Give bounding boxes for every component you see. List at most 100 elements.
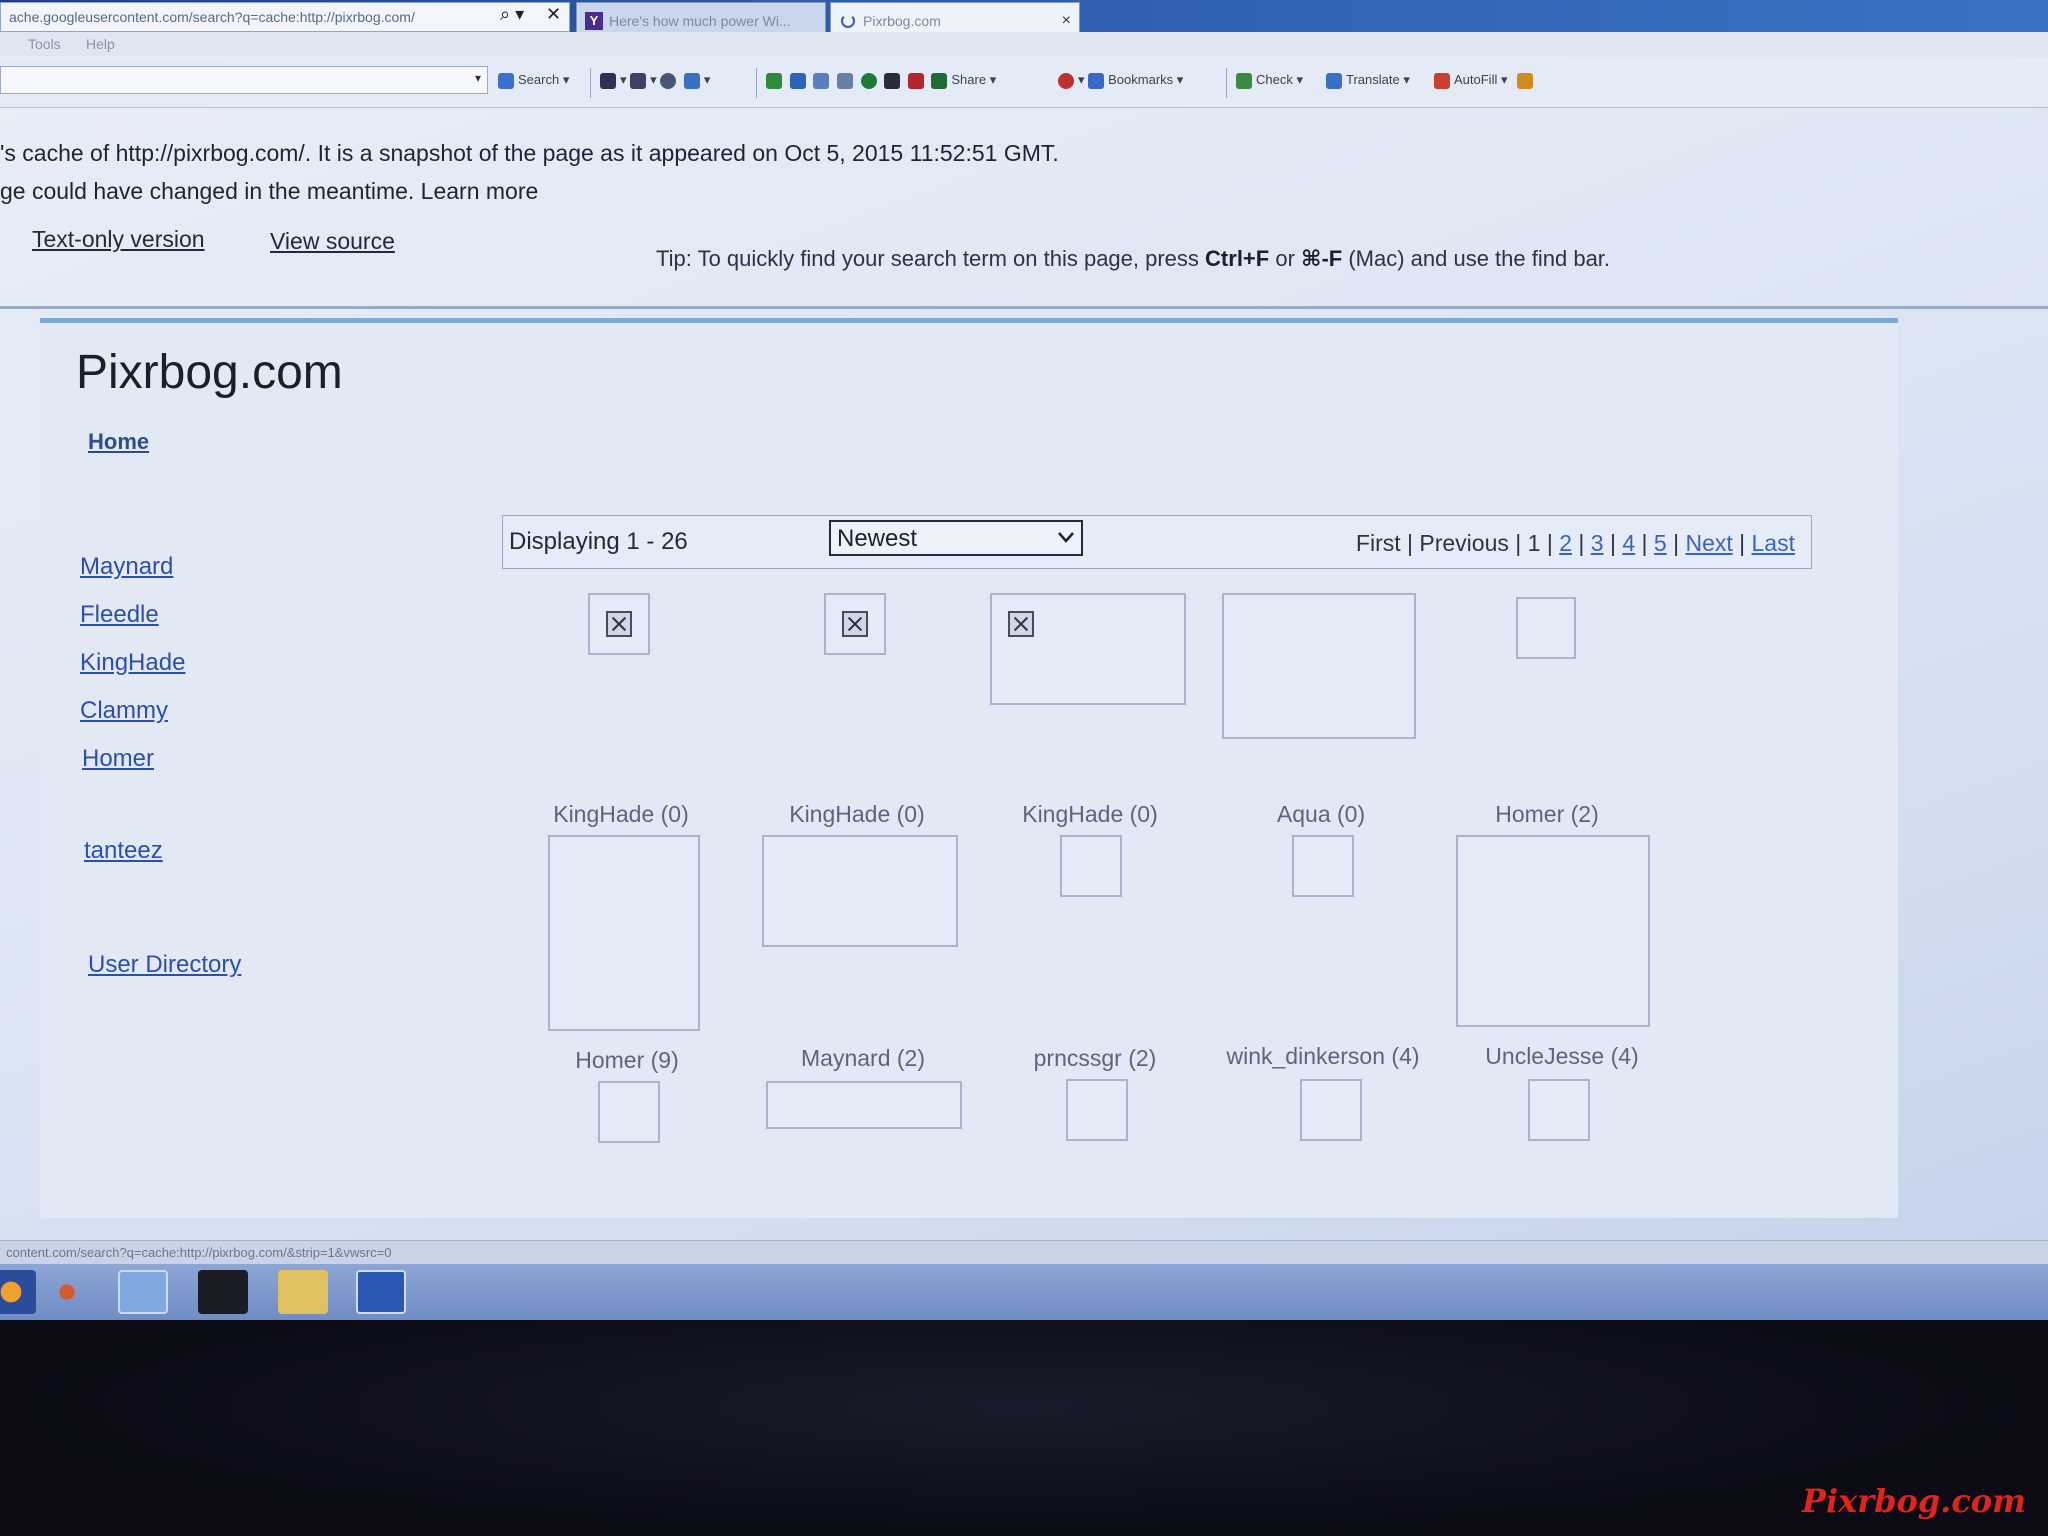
view-source-link[interactable]: View source xyxy=(270,228,395,255)
media-player-icon[interactable] xyxy=(42,1270,92,1314)
toolbar-separator xyxy=(1226,68,1227,98)
gallery-thumbnail[interactable] xyxy=(824,593,886,655)
toolbar-icon-group-1[interactable]: ▾ ▾ ▾ xyxy=(600,72,710,89)
thumbnail-caption: KingHade (0) xyxy=(553,801,689,827)
mail-icon xyxy=(813,72,830,89)
address-bar[interactable]: ache.googleusercontent.com/search?q=cach… xyxy=(0,2,570,32)
sidebar-link-tanteez[interactable]: tanteez xyxy=(84,837,163,865)
status-url: content.com/search?q=cache:http://pixrbo… xyxy=(6,1245,392,1260)
tab-title: Pixrbog.com xyxy=(863,13,941,29)
taskbar xyxy=(0,1264,2048,1320)
star-icon xyxy=(1088,72,1105,89)
gallery-thumbnail[interactable] xyxy=(548,835,700,1031)
toolbar-bookmarks-button[interactable]: ▾ Bookmarks ▾ xyxy=(1058,72,1183,89)
address-url[interactable]: ache.googleusercontent.com/search?q=cach… xyxy=(9,9,415,25)
menu-help[interactable]: Help xyxy=(86,36,115,52)
broken-image-icon xyxy=(842,611,868,637)
monitor-screen: ache.googleusercontent.com/search?q=cach… xyxy=(0,0,2048,1320)
pager-page-2[interactable]: 2 xyxy=(1559,530,1572,556)
internet-explorer-icon[interactable] xyxy=(118,1270,168,1314)
weather-channel-icon[interactable] xyxy=(356,1270,406,1314)
translate-icon xyxy=(1326,72,1342,89)
thumbnail-caption: wink_dinkerson (4) xyxy=(1226,1043,1420,1069)
status-bar: content.com/search?q=cache:http://pixrbo… xyxy=(0,1240,2048,1264)
toolbar-search-input[interactable]: ▾ xyxy=(0,66,488,94)
page-icon xyxy=(600,72,616,89)
start-orb-icon[interactable] xyxy=(0,1270,36,1314)
chevron-down-icon[interactable]: ▾ xyxy=(475,71,481,85)
puzzle-icon xyxy=(683,72,700,89)
delicious-icon xyxy=(884,72,901,89)
loading-spinner-icon xyxy=(841,14,855,28)
thumbnail-caption: KingHade (0) xyxy=(1022,801,1158,827)
sidebar-link-clammy[interactable]: Clammy xyxy=(80,697,168,725)
toolbar-separator xyxy=(590,68,591,98)
gallery-thumbnail[interactable] xyxy=(990,593,1186,705)
spell-check-icon xyxy=(660,72,677,89)
cached-page: Pixrbog.com Home Maynard Fleedle KingHad… xyxy=(40,318,1898,1218)
gallery-thumbnail[interactable] xyxy=(766,1081,962,1129)
displaying-count: Displaying 1 - 26 xyxy=(509,528,688,555)
gallery-thumbnail[interactable] xyxy=(1516,597,1576,659)
autofill-icon xyxy=(1434,72,1450,89)
pager-page-4[interactable]: 4 xyxy=(1622,530,1635,556)
gallery-thumbnail[interactable] xyxy=(762,835,958,947)
sort-select[interactable]: Newest xyxy=(829,520,1083,556)
gallery-thumbnail[interactable] xyxy=(1528,1079,1590,1141)
menu-bar: Tools Help xyxy=(0,32,2048,56)
toolbar-autofill-button[interactable]: AutoFill ▾ xyxy=(1434,72,1537,89)
desk-background xyxy=(0,1320,2048,1536)
plus-icon xyxy=(766,72,782,89)
gallery-thumbnail[interactable] xyxy=(1066,1079,1128,1141)
reddit-icon xyxy=(836,72,853,89)
broken-image-icon xyxy=(1008,611,1034,637)
blackberry-icon[interactable] xyxy=(198,1270,248,1314)
menu-tools[interactable]: Tools xyxy=(28,36,61,52)
stop-icon[interactable]: ✕ xyxy=(546,4,561,25)
pager-page-5[interactable]: 5 xyxy=(1654,530,1667,556)
text-only-version-link[interactable]: Text-only version xyxy=(32,226,205,253)
thumbnail-caption: prncssgr (2) xyxy=(1033,1045,1157,1071)
thumbnail-caption: KingHade (0) xyxy=(789,801,925,827)
stumble-icon xyxy=(860,72,877,89)
folder-icon[interactable] xyxy=(278,1270,328,1314)
cache-notice-line1: 's cache of http://pixrbog.com/. It is a… xyxy=(0,140,1059,166)
thumbnail-caption: Maynard (2) xyxy=(801,1045,925,1071)
gallery-thumbnail[interactable] xyxy=(588,593,650,655)
thumbnail-caption: Aqua (0) xyxy=(1276,801,1366,827)
user-directory-link[interactable]: User Directory xyxy=(88,951,241,979)
gallery-thumbnail[interactable] xyxy=(1222,593,1416,739)
broken-image-icon xyxy=(606,611,632,637)
gallery-thumbnail[interactable] xyxy=(598,1081,660,1143)
sidebar-link-homer[interactable]: Homer xyxy=(82,745,154,773)
find-tip: Tip: To quickly find your search term on… xyxy=(656,246,1611,271)
gallery-thumbnail[interactable] xyxy=(1300,1079,1362,1141)
thumbnail-caption: Homer (2) xyxy=(1495,801,1599,827)
nav-home-link[interactable]: Home xyxy=(88,429,149,455)
pagerank-icon xyxy=(1058,72,1074,89)
tab-close-icon[interactable]: × xyxy=(1062,12,1071,30)
pager-page-3[interactable]: 3 xyxy=(1591,530,1604,556)
google-search-icon xyxy=(498,72,514,89)
flag-icon xyxy=(907,72,924,89)
pager-previous: Previous xyxy=(1419,530,1509,556)
sidebar-link-maynard[interactable]: Maynard xyxy=(80,553,173,581)
pager-next[interactable]: Next xyxy=(1685,530,1732,556)
toolbar-check-button[interactable]: Check ▾ xyxy=(1236,72,1303,89)
gallery-thumbnail[interactable] xyxy=(1060,835,1122,897)
pager-last[interactable]: Last xyxy=(1752,530,1795,556)
pencil-icon xyxy=(1517,72,1534,89)
toolbar-search-button[interactable]: Search ▾ xyxy=(498,72,569,89)
sort-selected-value: Newest xyxy=(837,525,918,552)
pager-first: First xyxy=(1355,530,1401,556)
search-dropdown-icon[interactable]: ⌕ ▾ xyxy=(500,4,524,25)
gallery-thumbnail[interactable] xyxy=(1456,835,1650,1027)
toolbar-translate-button[interactable]: Translate ▾ xyxy=(1326,72,1410,89)
toolbar-share-group[interactable]: Share ▾ xyxy=(766,72,996,89)
sidebar-link-kinghade[interactable]: KingHade xyxy=(80,649,185,677)
gallery-thumbnail[interactable] xyxy=(1292,835,1354,897)
sidebar-link-fleedle[interactable]: Fleedle xyxy=(80,601,159,629)
gallery-controls: Displaying 1 - 26 Newest First | Previou… xyxy=(502,515,1812,569)
learn-more-link[interactable]: Learn more xyxy=(421,178,539,204)
cache-notice: 's cache of http://pixrbog.com/. It is a… xyxy=(0,134,1059,210)
